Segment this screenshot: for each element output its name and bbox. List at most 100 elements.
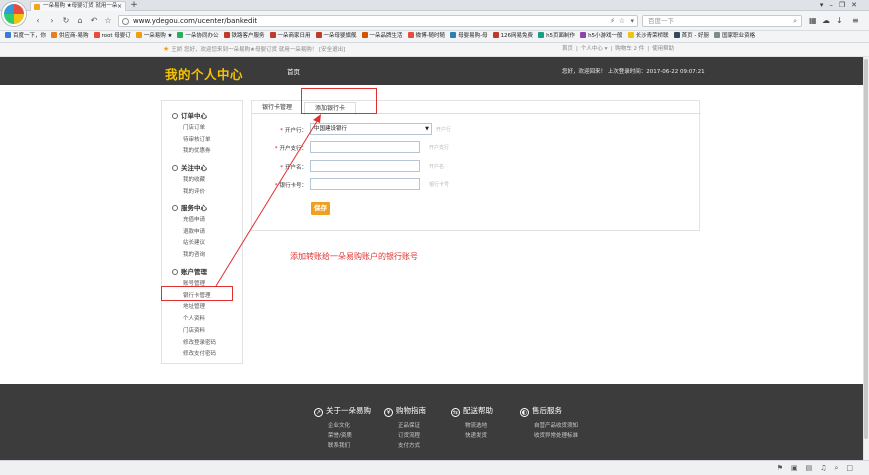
footer-link[interactable]: 快递发货 <box>465 431 487 439</box>
sidebar-item[interactable]: 退款申请 <box>183 227 205 235</box>
lightning-icon[interactable]: ⚡ <box>610 16 615 27</box>
bookmark-item[interactable]: root 母婴订 <box>93 31 131 42</box>
scrollbar-thumb[interactable] <box>864 59 868 439</box>
address-bar[interactable]: www.ydegou.com/ucenter/bankedit ⚡ ☆ ▾ <box>118 15 638 27</box>
new-tab-button[interactable]: + <box>129 0 139 11</box>
sidebar-item[interactable]: 修改支付密码 <box>183 349 216 357</box>
bookmark-item[interactable]: h5小游戏一般 <box>580 31 623 42</box>
search-icon[interactable]: ⌕ <box>793 16 797 27</box>
status-icons[interactable]: ⚑▣▤♫⌕□ <box>777 461 861 475</box>
sidebar-item[interactable]: 门店订单 <box>183 123 205 131</box>
cloud-icon[interactable]: ☁ <box>822 16 830 26</box>
account-name-input[interactable] <box>310 160 420 172</box>
bookmark-item[interactable]: 百度一下，你 <box>5 31 46 42</box>
footer-column-title: ¥ 购物指南 <box>384 405 426 417</box>
footer-link[interactable]: 联系我们 <box>328 441 350 449</box>
refresh-icon[interactable]: ↻ <box>61 16 71 26</box>
card-number-input[interactable] <box>310 178 420 190</box>
sidebar-item[interactable]: 个人资料 <box>183 314 205 322</box>
bookmark-icon <box>450 32 457 38</box>
window-controls[interactable]: ▾–❐✕ <box>820 0 863 11</box>
sidebar-item[interactable]: 修改登录密码 <box>183 338 216 346</box>
nav-home-link[interactable]: 首页 <box>287 66 300 76</box>
site-top-link[interactable]: 首页 <box>562 46 573 52</box>
site-info-icon[interactable] <box>122 18 129 25</box>
footer-link[interactable]: 企业文化 <box>328 421 350 429</box>
sidebar-group-title: 订单中心 <box>172 110 207 120</box>
tab-bank-card-manage[interactable]: 银行卡管理 <box>252 102 302 114</box>
footer-link[interactable]: 物流选地 <box>465 421 487 429</box>
footer-link[interactable]: 收货异常处理标准 <box>534 431 578 439</box>
save-button[interactable]: 保存 <box>311 202 330 215</box>
sidebar-item[interactable]: 我的优惠券 <box>183 146 211 154</box>
annotation-box-sidebar <box>161 286 233 301</box>
footer-column-title: ◐ 售后服务 <box>520 406 562 417</box>
site-top-links: 首页 | 个人中心 ▾ | 购物车 2 件 | 使用帮助 <box>562 43 677 56</box>
bookmark-item[interactable]: 一朵母婴旗舰 <box>315 31 357 42</box>
bookmark-icon <box>673 32 680 38</box>
link-separator: | <box>610 46 613 52</box>
bookmark-icon <box>714 32 721 38</box>
bookmark-star-icon[interactable]: ☆ <box>619 16 625 27</box>
bookmark-icon <box>580 32 587 38</box>
sidebar-item[interactable]: 我的咨询 <box>183 250 205 258</box>
back-arrow-icon[interactable]: ‹ <box>33 16 43 26</box>
url-text[interactable]: www.ydegou.com/ucenter/bankedit <box>133 16 257 27</box>
annotation-box-add-tab <box>301 88 377 114</box>
footer-link[interactable]: 自营产品收货须知 <box>534 421 578 429</box>
bookmark-item[interactable]: 长沙青荣桥联 <box>627 31 669 42</box>
apps-grid-icon[interactable]: ▦ <box>809 16 817 26</box>
group-icon <box>172 205 178 211</box>
search-bar[interactable]: 百度一下 ⌕ <box>642 15 802 27</box>
branch-input[interactable] <box>310 141 420 153</box>
yuan-icon: ¥ <box>384 408 393 417</box>
bookmark-item[interactable]: 国家职业资格 <box>714 31 755 42</box>
ucenter-sidebar: 订单中心 门店订单 待审核订单 我的优惠券 关注中心 我的收藏 我的评价 服务中心 充值申请 退款… <box>161 100 243 364</box>
footer-link[interactable]: 支付方式 <box>398 441 420 449</box>
bookmark-item[interactable]: 126网易免费 <box>492 31 533 42</box>
shield-icon: ◐ <box>520 408 529 417</box>
bank-select[interactable]: 中国建设银行 ▼ <box>310 123 432 135</box>
browser-logo-icon[interactable] <box>2 2 26 26</box>
forward-arrow-icon[interactable]: › <box>47 16 57 26</box>
site-favicon-icon <box>34 4 40 10</box>
sidebar-item[interactable]: 待审核订单 <box>183 135 211 143</box>
sidebar-item[interactable]: 地址管理 <box>183 302 205 310</box>
sidebar-item[interactable]: 门店资料 <box>183 326 205 334</box>
footer-link[interactable]: 正品保证 <box>398 421 420 429</box>
bookmark-item[interactable]: 母婴易购-母 <box>450 31 488 42</box>
undo-icon[interactable]: ↶ <box>89 16 99 26</box>
bookmark-item[interactable]: 一朵易购 ★ <box>135 31 172 42</box>
bookmark-item[interactable]: 微博-随时随 <box>407 31 445 42</box>
bookmark-icon <box>538 32 545 38</box>
browser-tab[interactable]: 一朵易购 ★母婴订货 就用一朵 × <box>30 1 126 11</box>
close-tab-icon[interactable]: × <box>117 2 122 11</box>
site-top-link[interactable]: 购物车 2 件 <box>615 46 644 52</box>
bookmark-item[interactable]: 一朵品牌生活 <box>361 31 403 42</box>
bookmark-item[interactable]: 首页 - 好厨 <box>673 31 709 42</box>
bookmark-item[interactable]: 一朵协同办公 <box>177 31 219 42</box>
sidebar-group-title: 账户管理 <box>172 266 207 276</box>
sidebar-item[interactable]: 充值申请 <box>183 215 205 223</box>
sidebar-item[interactable]: 站长建议 <box>183 238 205 246</box>
bookmark-icon <box>361 32 368 38</box>
footer-link[interactable]: 荣誉/资质 <box>328 431 352 439</box>
download-icon[interactable]: ↓ <box>836 16 843 26</box>
search-input[interactable]: 百度一下 <box>648 16 674 27</box>
sidebar-item[interactable]: 我的评价 <box>183 187 205 195</box>
favorite-star-icon[interactable]: ☆ <box>103 16 113 26</box>
home-icon[interactable]: ⌂ <box>75 16 85 26</box>
bookmark-item[interactable]: h5页面制作 <box>538 31 575 42</box>
site-top-link[interactable]: 个人中心 ▾ <box>581 46 608 52</box>
site-top-link[interactable]: 使用帮助 <box>652 46 674 52</box>
sidebar-item[interactable]: 我的收藏 <box>183 175 205 183</box>
sidebar-group-title: 关注中心 <box>172 162 207 172</box>
bookmark-item[interactable]: 铁路客户服务 <box>223 31 265 42</box>
footer-link[interactable]: 订货流程 <box>398 431 420 439</box>
bookmark-item[interactable]: 供应商-易购 <box>51 31 89 42</box>
group-icon <box>172 165 178 171</box>
menu-icon[interactable]: ≡ <box>852 16 859 26</box>
link-separator: | <box>647 46 650 52</box>
dropdown-chevron-icon[interactable]: ▾ <box>630 16 634 27</box>
bookmark-item[interactable]: 一朵商家日用 <box>269 31 311 42</box>
